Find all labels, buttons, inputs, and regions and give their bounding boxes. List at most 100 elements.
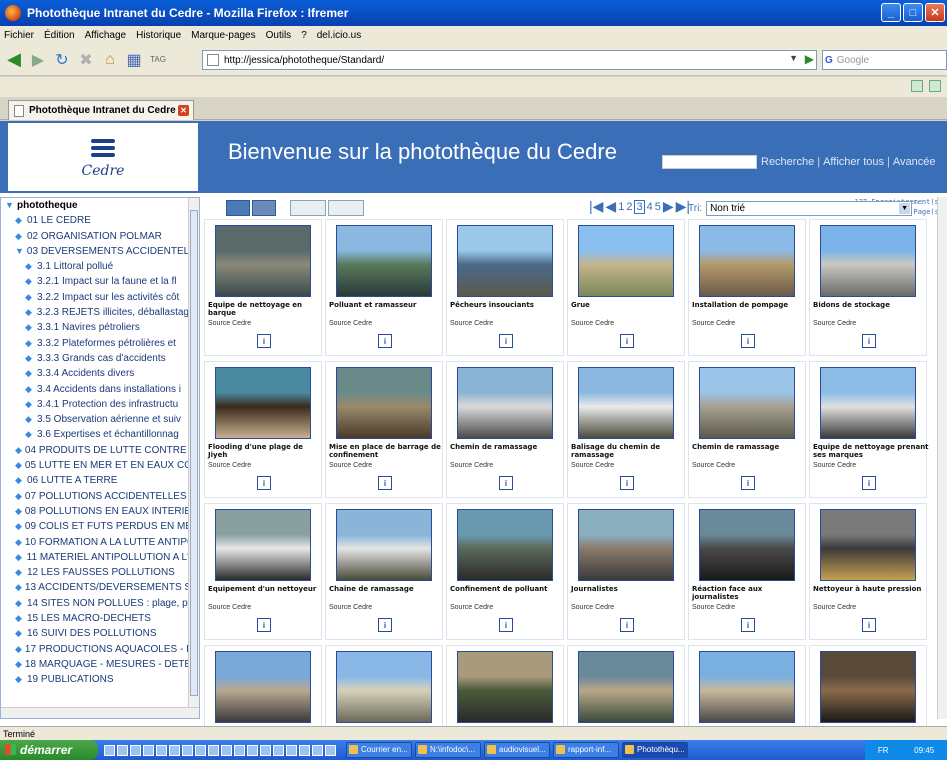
tree-item[interactable]: ◆ 3.2.2 Impact sur les activités côt [5, 290, 189, 305]
photo-thumbnail[interactable] [820, 225, 916, 297]
menu-item[interactable]: del.icio.us [317, 30, 361, 41]
photo-thumbnail[interactable] [457, 509, 553, 581]
taskbar-task[interactable]: Photothèqu... [622, 742, 688, 758]
photo-card[interactable]: Installation de pompage Source Cedre i [688, 219, 806, 356]
photo-card[interactable]: Grue Source Cedre i [567, 219, 685, 356]
page-link[interactable]: 2 [626, 201, 632, 213]
app-icon[interactable] [156, 744, 167, 756]
cedre-logo[interactable]: Cedre [8, 123, 198, 191]
menu-item[interactable]: Marque-pages [191, 30, 255, 41]
search-engine-input[interactable]: G Google [822, 50, 947, 70]
photo-thumbnail[interactable] [336, 651, 432, 723]
photo-card[interactable] [204, 645, 322, 726]
first-page-icon[interactable]: |◀ [589, 198, 603, 215]
list-view-button[interactable] [290, 200, 326, 216]
photo-thumbnail[interactable] [457, 367, 553, 439]
app-icon[interactable] [286, 744, 297, 756]
search-input[interactable] [662, 155, 757, 169]
photo-thumbnail[interactable] [578, 225, 674, 297]
info-button[interactable]: i [499, 334, 513, 348]
info-button[interactable]: i [741, 334, 755, 348]
tree-item[interactable]: ◆ 07 POLLUTIONS ACCIDENTELLES I [5, 489, 189, 504]
menu-item[interactable]: Historique [136, 30, 181, 41]
photo-thumbnail[interactable] [215, 225, 311, 297]
tree-item[interactable]: ◆ 3.2.1 Impact sur la faune et la fl [5, 274, 189, 289]
tree-item[interactable]: ◆ 3.5 Observation aérienne et suiv [5, 412, 189, 427]
tab-phototheque[interactable]: Photothèque Intranet du Cedre ✕ [8, 100, 194, 120]
app-icon[interactable] [260, 744, 271, 756]
tree-root[interactable]: ▼ phototheque [5, 198, 189, 213]
photo-card[interactable]: Pêcheurs insouciants Source Cedre i [446, 219, 564, 356]
app-icon[interactable] [208, 744, 219, 756]
page-link-current[interactable]: 3 [634, 199, 645, 214]
info-button[interactable]: i [620, 618, 634, 632]
info-button[interactable]: i [620, 476, 634, 490]
app-icon[interactable] [273, 744, 284, 756]
show-all-link[interactable]: Afficher tous [823, 156, 884, 168]
app-icon[interactable] [117, 744, 128, 756]
photo-card[interactable]: Equipe de nettoyage en barque Source Cedr… [204, 219, 322, 356]
addon-icon[interactable] [911, 80, 923, 92]
page-scrollbar[interactable] [937, 197, 947, 719]
expand-icon[interactable]: ▼ [5, 198, 14, 213]
photo-card[interactable]: Réaction face aux journalistes Source Ced… [688, 503, 806, 640]
info-button[interactable]: i [862, 476, 876, 490]
tree-item[interactable]: ◆ 3.4 Accidents dans installations i [5, 382, 189, 397]
start-button[interactable]: démarrer [0, 740, 98, 760]
photo-thumbnail[interactable] [699, 225, 795, 297]
info-button[interactable]: i [257, 476, 271, 490]
addon-icon[interactable] [929, 80, 941, 92]
app-icon[interactable] [169, 744, 180, 756]
slideshow-view-button[interactable] [328, 200, 364, 216]
photo-card[interactable]: Equipe de nettoyage prenant ses marques S… [809, 361, 929, 498]
tree-item[interactable]: ▼ 03 DEVERSEMENTS ACCIDENTELS [5, 244, 189, 259]
menu-item[interactable]: ? [301, 30, 307, 41]
tree-item[interactable]: ◆ 3.6 Expertises et échantillonnag [5, 427, 189, 442]
photo-card[interactable]: Equipement d'un nettoyeur Source Cedre i [204, 503, 322, 640]
tree-item[interactable]: ◆ 15 LES MACRO-DECHETS [5, 611, 189, 626]
close-button[interactable]: ✕ [925, 3, 945, 22]
taskbar-task[interactable]: N:\infodoc\... [415, 742, 481, 758]
app-icon[interactable] [299, 744, 310, 756]
scroll-thumb[interactable] [190, 210, 198, 696]
photo-card[interactable]: Confinement de polluant Source Cedre i [446, 503, 564, 640]
tree-item[interactable]: ◆ 02 ORGANISATION POLMAR [5, 229, 189, 244]
app-icon[interactable] [104, 744, 115, 756]
tag-icon[interactable]: TAG [148, 50, 168, 70]
tree-item[interactable]: ◆ 10 FORMATION A LA LUTTE ANTIPC [5, 535, 189, 550]
home-icon[interactable]: ⌂ [100, 50, 120, 70]
url-bar[interactable]: http://jessica/phototheque/Standard/ ▼ ▶ [202, 50, 817, 70]
app-icon[interactable] [221, 744, 232, 756]
photo-thumbnail[interactable] [215, 367, 311, 439]
url-dropdown-icon[interactable]: ▼ [789, 53, 798, 63]
info-button[interactable]: i [378, 618, 392, 632]
photo-card[interactable] [688, 645, 806, 726]
tree-item[interactable]: ◆ 3.3.2 Plateformes pétrolières et [5, 336, 189, 351]
photo-card[interactable] [567, 645, 685, 726]
tree-item[interactable]: ◆ 17 PRODUCTIONS AQUACOLES - F [5, 642, 189, 657]
prev-page-icon[interactable]: ◀ [605, 198, 616, 215]
info-button[interactable]: i [378, 334, 392, 348]
app-icon[interactable] [234, 744, 245, 756]
photo-card[interactable]: Chaine de ramassage Source Cedre i [325, 503, 443, 640]
bookmark-icon[interactable]: ▦ [124, 50, 144, 70]
taskbar-task[interactable]: audiovisuel... [484, 742, 550, 758]
app-icon[interactable] [143, 744, 154, 756]
info-button[interactable]: i [741, 618, 755, 632]
photo-thumbnail[interactable] [578, 509, 674, 581]
search-link[interactable]: Recherche [761, 156, 814, 168]
go-icon[interactable]: ▶ [805, 52, 814, 66]
tree-item[interactable]: ◆ 14 SITES NON POLLUES : plage, p [5, 596, 189, 611]
maximize-button[interactable]: □ [903, 3, 923, 22]
minimize-button[interactable]: _ [881, 3, 901, 22]
photo-card[interactable]: Balisage du chemin de ramassage Source Ce… [567, 361, 685, 498]
page-link[interactable]: 1 [618, 201, 624, 213]
tree-item[interactable]: ◆ 11 MATERIEL ANTIPOLLUTION A L' [5, 550, 189, 565]
advanced-link[interactable]: Avancée [893, 156, 936, 168]
photo-card[interactable] [809, 645, 927, 726]
photo-thumbnail[interactable] [820, 509, 916, 581]
menu-item[interactable]: Fichier [4, 30, 34, 41]
photo-thumbnail[interactable] [215, 509, 311, 581]
tree-item[interactable]: ◆ 08 POLLUTIONS EN EAUX INTERIE [5, 504, 189, 519]
photo-card[interactable]: Nettoyeur à haute pression Source Cedre i [809, 503, 927, 640]
